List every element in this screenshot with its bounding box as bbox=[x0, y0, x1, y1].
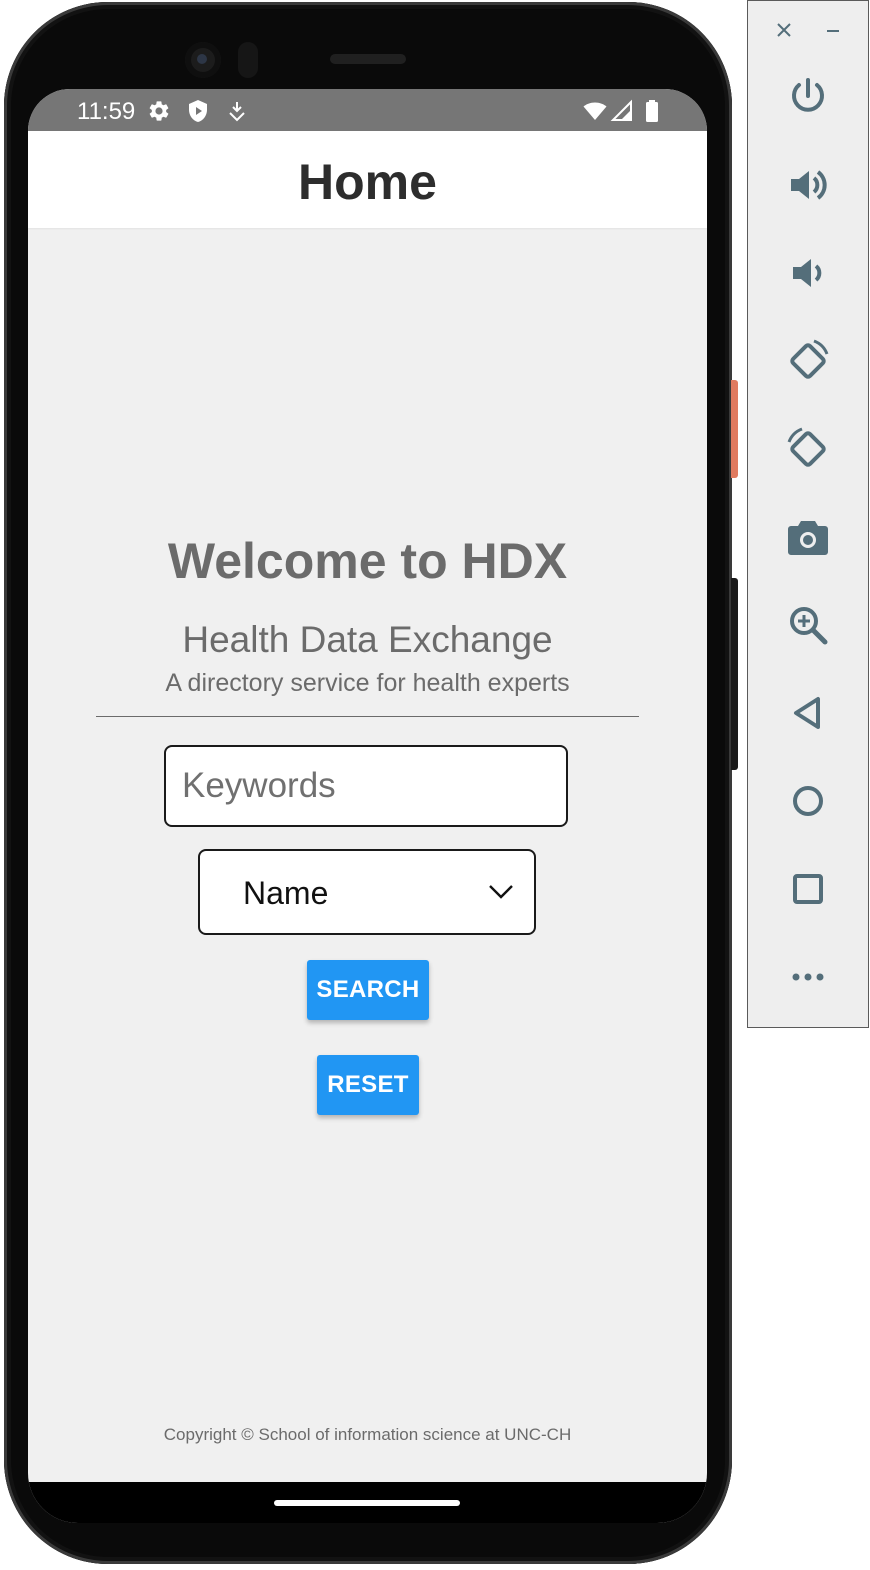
chevron-down-icon bbox=[488, 884, 514, 900]
camera-icon[interactable] bbox=[784, 513, 832, 561]
overview-icon[interactable] bbox=[784, 865, 832, 913]
back-icon[interactable] bbox=[784, 689, 832, 737]
welcome-title: Welcome to HDX bbox=[167, 533, 568, 589]
shield-play-icon bbox=[186, 99, 210, 123]
settings-icon bbox=[147, 99, 171, 123]
search-button[interactable]: SEARCH bbox=[307, 960, 429, 1020]
proximity-sensor bbox=[238, 42, 258, 78]
dropdown-selected-value: Name bbox=[243, 875, 329, 911]
home-gesture-handle[interactable] bbox=[274, 1500, 460, 1506]
power-key[interactable] bbox=[731, 380, 738, 478]
emulator-window: 11:59 Home Welcome to HDX Health Data Ex… bbox=[0, 0, 870, 1570]
search-field-dropdown[interactable]: Name bbox=[198, 849, 536, 935]
reset-button[interactable]: RESET bbox=[317, 1055, 419, 1115]
divider bbox=[96, 716, 639, 717]
volume-up-icon[interactable] bbox=[784, 161, 832, 209]
status-time: 11:59 bbox=[77, 98, 136, 125]
battery-icon bbox=[640, 99, 664, 123]
zoom-icon[interactable] bbox=[784, 601, 832, 649]
emulator-toolbar bbox=[747, 0, 869, 1028]
status-bar: 11:59 bbox=[28, 89, 707, 131]
navigation-bar bbox=[28, 1482, 707, 1523]
wifi-icon bbox=[583, 99, 607, 123]
page-title: Home bbox=[298, 154, 437, 210]
close-icon[interactable] bbox=[772, 18, 796, 42]
more-icon[interactable] bbox=[784, 953, 832, 1001]
minimize-icon[interactable] bbox=[821, 18, 845, 42]
phone-screen: 11:59 Home Welcome to HDX Health Data Ex… bbox=[28, 89, 707, 1523]
app-header: Home bbox=[28, 131, 707, 228]
earpiece-speaker bbox=[330, 54, 406, 64]
copyright-text: Copyright © School of information scienc… bbox=[163, 1425, 572, 1444]
volume-down-icon[interactable] bbox=[784, 249, 832, 297]
home-icon[interactable] bbox=[784, 777, 832, 825]
front-camera bbox=[185, 42, 221, 78]
power-icon[interactable] bbox=[784, 73, 832, 121]
app-tagline: A directory service for health experts bbox=[165, 669, 570, 697]
volume-key[interactable] bbox=[731, 578, 738, 770]
rotate-left-icon[interactable] bbox=[784, 337, 832, 385]
app-subtitle: Health Data Exchange bbox=[182, 619, 553, 660]
keywords-input[interactable] bbox=[164, 745, 568, 827]
signal-icon bbox=[610, 99, 634, 123]
download-status-icon bbox=[225, 99, 249, 123]
rotate-right-icon[interactable] bbox=[784, 425, 832, 473]
